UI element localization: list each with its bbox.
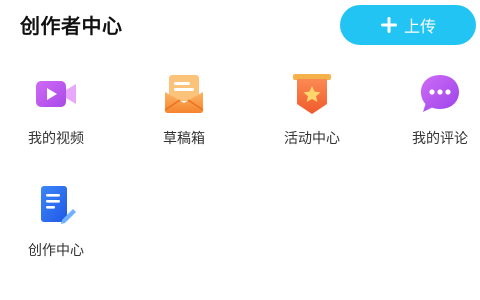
upload-button[interactable]: 上传 — [340, 5, 476, 45]
menu-item-my-videos[interactable]: 我的视频 — [6, 66, 106, 156]
menu-item-drafts[interactable]: 草稿箱 — [134, 66, 234, 156]
star-banner-icon — [293, 74, 331, 114]
section-title: 创作者中心 — [20, 14, 123, 38]
creator-center-card: 创作者中心 上传 我的视频 草稿箱 活动中心 我的评论 创作中心 — [0, 0, 480, 300]
upload-button-label: 上传 — [403, 17, 436, 36]
plus-icon — [380, 17, 397, 33]
draft-envelope-icon — [164, 75, 204, 113]
menu-item-label: 活动中心 — [284, 131, 340, 147]
menu-item-activity-center[interactable]: 活动中心 — [262, 66, 362, 156]
menu-item-my-comments[interactable]: 我的评论 — [390, 66, 480, 156]
menu-item-creation-center[interactable]: 创作中心 — [6, 178, 106, 268]
menu-item-label: 草稿箱 — [163, 131, 205, 147]
video-camera-icon — [36, 81, 76, 107]
comment-bubble-icon — [421, 75, 459, 112]
menu-item-label: 我的视频 — [28, 131, 84, 147]
document-edit-icon — [41, 186, 76, 224]
menu-item-label: 我的评论 — [412, 131, 468, 147]
menu-item-label: 创作中心 — [28, 243, 84, 259]
